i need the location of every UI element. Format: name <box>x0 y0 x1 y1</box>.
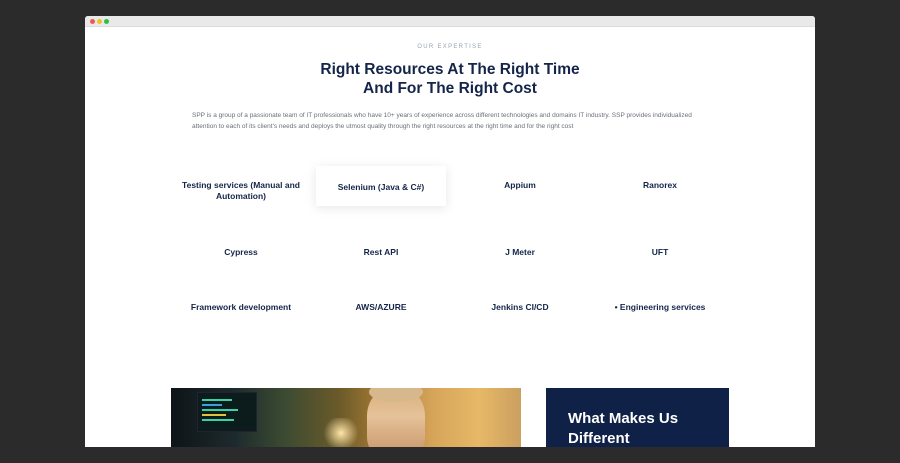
developer-photo <box>171 388 521 447</box>
window-titlebar <box>85 16 815 27</box>
monitor-graphic <box>197 392 257 432</box>
minimize-window-icon[interactable] <box>97 19 102 24</box>
light-glow <box>321 418 361 447</box>
service-item: AWS/AZURE <box>355 302 407 312</box>
service-item: Rest API <box>363 247 399 257</box>
section-eyebrow: OUR EXPERTISE <box>417 44 483 50</box>
browser-window: OUR EXPERTISE Right Resources At The Rig… <box>85 16 815 447</box>
service-item: Jenkins CI/CD <box>491 302 549 312</box>
heading-line-1: Right Resources At The Right Time <box>320 61 580 78</box>
what-makes-us-different-panel: What Makes Us Different <box>546 388 729 447</box>
service-item: Appium <box>504 180 536 190</box>
section-intro: SPP is a group of a passionate team of I… <box>192 112 692 130</box>
section-heading: Right Resources At The Right Time And Fo… <box>85 60 815 98</box>
service-item: Ranorex <box>642 180 677 190</box>
service-item-featured: Selenium (Java & C#) <box>316 166 446 206</box>
service-item: Cypress <box>224 247 258 257</box>
service-item: UFT <box>651 247 669 257</box>
service-item: Framework development <box>190 302 292 312</box>
service-item: J Meter <box>505 247 535 257</box>
services-grid: Testing services (Manual and Automation)… <box>171 166 731 351</box>
maximize-window-icon[interactable] <box>104 19 109 24</box>
panel-title-line-2: Different <box>568 430 630 447</box>
service-item: Testing services (Manual and Automation) <box>182 180 300 201</box>
heading-line-2: And For The Right Cost <box>363 80 537 97</box>
service-item: • Engineering services <box>614 302 706 312</box>
panel-title: What Makes Us Different <box>568 409 678 447</box>
panel-title-line-1: What Makes Us <box>568 410 679 427</box>
close-window-icon[interactable] <box>90 19 95 24</box>
